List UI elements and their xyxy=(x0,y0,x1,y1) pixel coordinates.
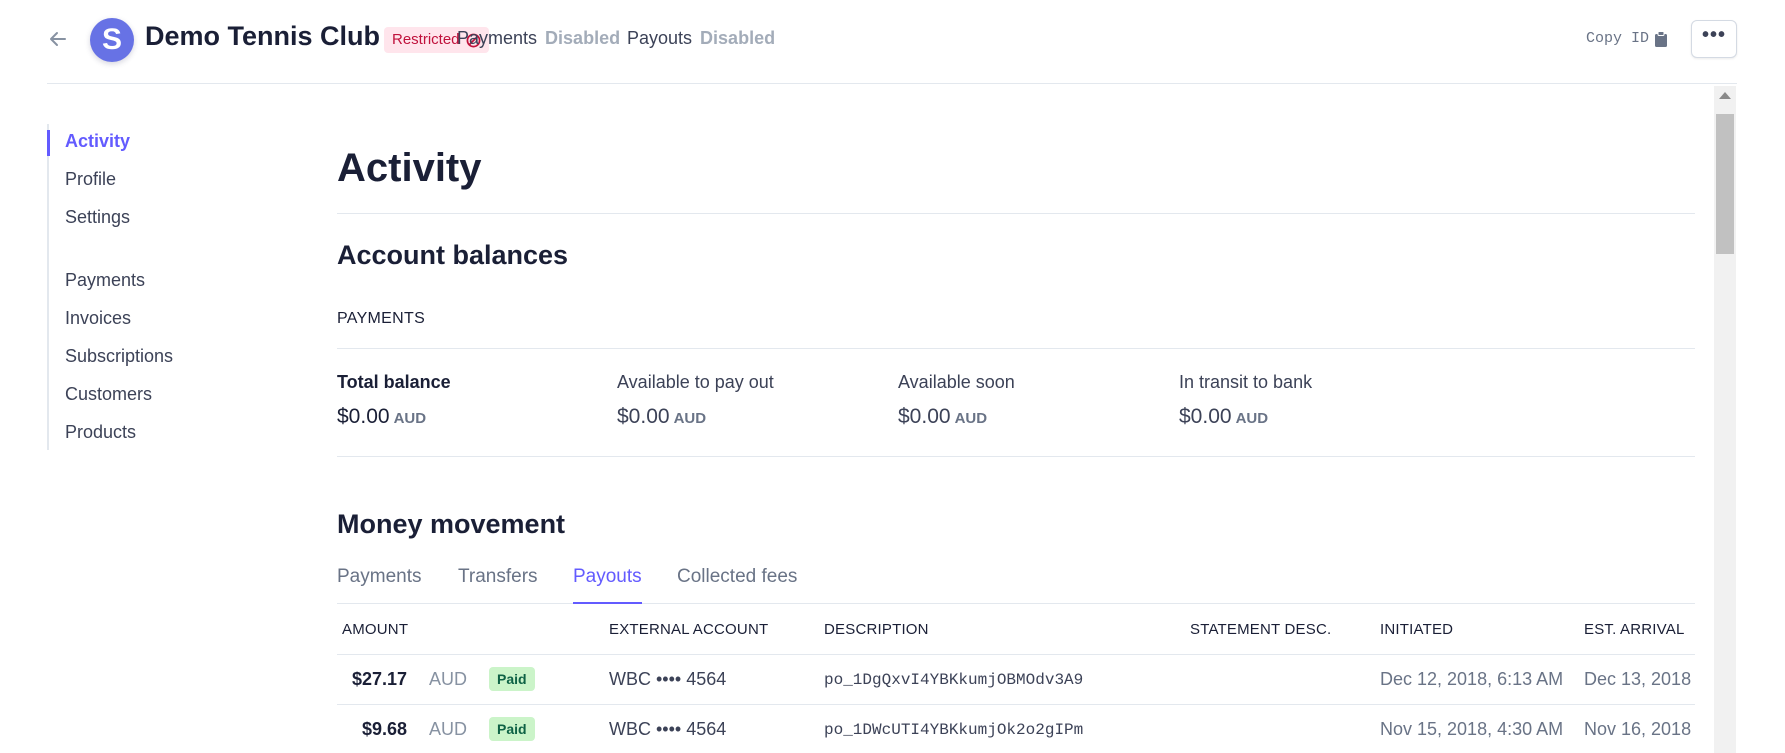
copy-id-label: Copy ID xyxy=(1586,30,1650,47)
row-est-arrival: Nov 16, 2018 xyxy=(1584,719,1692,739)
copy-id-button[interactable]: Copy ID xyxy=(1586,30,1668,47)
balance-total: Total balance $0.00 AUD xyxy=(337,372,451,429)
row-external-account: WBC •••• 4564 xyxy=(609,719,727,739)
sidebar-item-products[interactable]: Products xyxy=(65,422,136,443)
table-row[interactable]: $27.17 AUD Paid WBC •••• 4564 po_1DgQxvI… xyxy=(337,655,1695,705)
tab-payments[interactable]: Payments xyxy=(337,566,421,604)
payments-status-label: Payments xyxy=(457,28,538,48)
balance-currency: AUD xyxy=(673,410,707,427)
balance-label: Available soon xyxy=(898,372,1015,392)
table-row[interactable]: $9.68 AUD Paid WBC •••• 4564 po_1DWcUTI4… xyxy=(337,705,1695,753)
active-nav-indicator xyxy=(47,130,50,156)
tab-payouts[interactable]: Payouts xyxy=(573,566,642,604)
sidebar-item-subscriptions[interactable]: Subscriptions xyxy=(65,346,173,367)
column-header-est-arrival: EST. ARRIVAL xyxy=(1584,621,1685,638)
balance-value: $0.00 AUD xyxy=(1179,405,1312,429)
payouts-status: Payouts Disabled xyxy=(627,28,775,49)
scrollbar-thumb[interactable] xyxy=(1716,114,1734,254)
row-amount: $9.68 xyxy=(361,719,407,739)
balance-label: In transit to bank xyxy=(1179,372,1313,392)
account-title: Demo Tennis Club xyxy=(145,21,381,51)
status-badge: Paid xyxy=(489,667,535,691)
sidebar-item-payments[interactable]: Payments xyxy=(65,270,145,291)
back-arrow-icon[interactable] xyxy=(47,28,69,50)
column-header-initiated: INITIATED xyxy=(1380,621,1454,638)
balance-amount: $0.00 xyxy=(617,405,670,428)
sidebar-item-activity[interactable]: Activity xyxy=(65,131,130,152)
row-description: po_1DgQxvI4YBKkumjOBMOdv3A9 xyxy=(824,671,1084,689)
title-divider xyxy=(337,213,1695,214)
restricted-label: Restricted xyxy=(392,31,460,48)
column-header-description: DESCRIPTION xyxy=(824,621,929,638)
vertical-scrollbar[interactable] xyxy=(1714,86,1736,753)
payments-status: Payments Disabled xyxy=(457,28,620,49)
balance-label: Available to pay out xyxy=(617,372,774,392)
balances-divider xyxy=(337,456,1695,457)
column-header-external-account: EXTERNAL ACCOUNT xyxy=(609,621,769,638)
row-est-arrival: Dec 13, 2018 xyxy=(1584,669,1692,689)
caption-divider xyxy=(337,348,1695,349)
more-options-button[interactable]: ••• xyxy=(1691,20,1737,58)
balance-amount: $0.00 xyxy=(337,405,390,428)
sidebar-item-profile[interactable]: Profile xyxy=(65,169,116,190)
row-initiated: Nov 15, 2018, 4:30 AM xyxy=(1380,719,1564,739)
page-title: Activity xyxy=(337,146,482,190)
account-balances-heading: Account balances xyxy=(337,240,569,270)
balance-available-payout: Available to pay out $0.00 AUD xyxy=(617,372,774,429)
row-description: po_1DWcUTI4YBKkumjOk2o2gIPm xyxy=(824,721,1084,739)
tab-collected-fees[interactable]: Collected fees xyxy=(677,566,797,604)
balance-currency: AUD xyxy=(1235,410,1269,427)
scroll-up-arrow-icon[interactable] xyxy=(1719,92,1731,99)
column-header-amount: AMOUNT xyxy=(342,621,409,638)
status-badge: Paid xyxy=(489,717,535,741)
balance-amount: $0.00 xyxy=(898,405,951,428)
sidebar-item-customers[interactable]: Customers xyxy=(65,384,152,405)
sidebar-item-invoices[interactable]: Invoices xyxy=(65,308,131,329)
sidebar-nav: Activity Profile Settings Payments Invoi… xyxy=(47,124,247,450)
balance-currency: AUD xyxy=(954,410,988,427)
row-external-account: WBC •••• 4564 xyxy=(609,669,727,689)
row-amount: $27.17 xyxy=(351,669,407,689)
payouts-status-label: Payouts xyxy=(627,28,693,48)
header-bar: S Demo Tennis Club Restricted Payments Di… xyxy=(47,0,1737,84)
balance-amount: $0.00 xyxy=(1179,405,1232,428)
row-currency: AUD xyxy=(429,719,468,739)
balance-value: $0.00 AUD xyxy=(617,405,774,429)
balance-value: $0.00 AUD xyxy=(337,405,451,429)
balance-value: $0.00 AUD xyxy=(898,405,1015,429)
more-icon: ••• xyxy=(1701,24,1726,46)
money-movement-heading: Money movement xyxy=(337,509,566,539)
row-initiated: Dec 12, 2018, 6:13 AM xyxy=(1380,669,1564,689)
account-logo: S xyxy=(90,18,134,62)
payments-status-value: Disabled xyxy=(545,28,621,48)
row-currency: AUD xyxy=(429,669,468,689)
balance-available-soon: Available soon $0.00 AUD xyxy=(898,372,1015,429)
payments-caption: PAYMENTS xyxy=(337,310,426,327)
sidebar-item-settings[interactable]: Settings xyxy=(65,207,130,228)
table-header: AMOUNT EXTERNAL ACCOUNT DESCRIPTION STAT… xyxy=(337,604,1695,655)
payouts-status-value: Disabled xyxy=(700,28,776,48)
balance-currency: AUD xyxy=(393,410,427,427)
money-movement-tabs: Payments Transfers Payouts Collected fee… xyxy=(337,566,1695,604)
tab-transfers[interactable]: Transfers xyxy=(458,566,538,604)
main-content: Activity Account balances PAYMENTS Total… xyxy=(337,84,1695,753)
clipboard-icon xyxy=(1655,30,1668,47)
balance-in-transit: In transit to bank $0.00 AUD xyxy=(1179,372,1312,429)
column-header-statement-desc: STATEMENT DESC. xyxy=(1190,621,1332,638)
balance-label: Total balance xyxy=(337,372,451,392)
